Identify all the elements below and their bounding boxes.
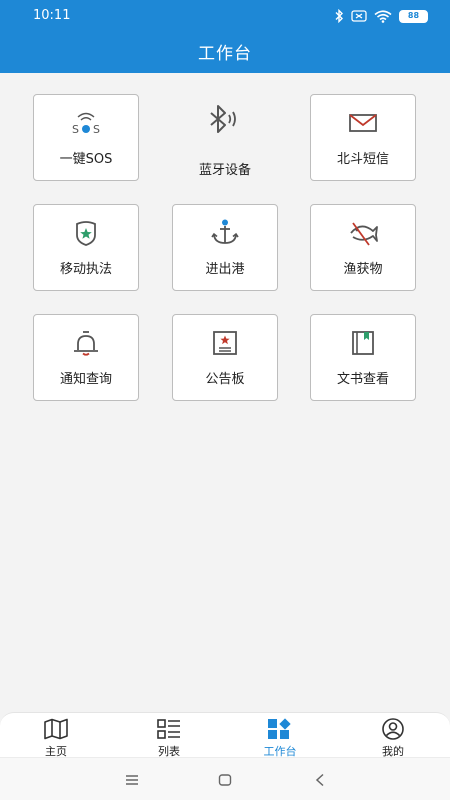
notice-board-icon	[173, 328, 277, 358]
menu-icon[interactable]	[122, 770, 142, 790]
nav-item-workbench[interactable]: 工作台	[250, 717, 310, 758]
list-icon	[139, 718, 199, 742]
tile-port-in-out[interactable]: 进出港	[172, 204, 278, 291]
title-bar: 工作台	[0, 32, 450, 73]
envelope-icon	[311, 108, 415, 138]
battery-icon: 88	[399, 9, 428, 23]
workbench-icon	[250, 718, 310, 742]
sos-icon-text-right: S	[93, 123, 100, 136]
tile-label: 渔获物	[343, 262, 383, 277]
anchor-icon	[173, 218, 277, 248]
tile-label: 蓝牙设备	[198, 163, 251, 178]
tile-bulletin-board[interactable]: 公告板	[172, 314, 278, 401]
tile-catch[interactable]: 渔获物	[310, 204, 416, 291]
tile-mobile-enforcement[interactable]: 移动执法	[33, 204, 139, 291]
tile-label: 一键SOS	[59, 152, 113, 167]
tile-notice-query[interactable]: 通知查询	[33, 314, 139, 401]
wifi-status-icon	[374, 9, 392, 23]
tile-document-view[interactable]: 文书查看	[310, 314, 416, 401]
bottom-nav: 主页 列表 工作台 我的	[0, 712, 450, 758]
profile-icon	[363, 718, 423, 742]
tile-label: 北斗短信	[336, 152, 389, 167]
status-icons: 88	[334, 9, 428, 23]
status-time: 10:11	[33, 8, 71, 23]
tile-beidou-sms[interactable]: 北斗短信	[310, 94, 416, 181]
sos-wifi-icon: S S	[34, 108, 138, 138]
bell-icon	[34, 328, 138, 358]
map-icon	[26, 718, 86, 742]
nav-item-list[interactable]: 列表	[139, 717, 199, 758]
police-badge-icon	[34, 218, 138, 248]
nav-item-me[interactable]: 我的	[363, 717, 423, 758]
tile-label: 公告板	[205, 372, 245, 387]
tile-label: 文书查看	[336, 372, 389, 387]
back-icon[interactable]	[310, 770, 330, 790]
system-nav-bar	[0, 757, 450, 800]
tile-label: 通知查询	[59, 372, 112, 387]
tile-sos[interactable]: S S 一键SOS	[33, 94, 139, 181]
nav-item-home[interactable]: 主页	[26, 717, 86, 758]
sim-status-icon	[351, 10, 367, 22]
tile-bluetooth[interactable]: 蓝牙设备	[172, 94, 278, 181]
tile-label: 移动执法	[59, 262, 112, 277]
home-icon[interactable]	[215, 770, 235, 790]
fish-icon	[311, 218, 415, 248]
sos-icon-text-left: S	[72, 123, 79, 136]
page-title: 工作台	[198, 44, 252, 64]
status-bar: 10:11 88	[0, 0, 450, 32]
document-book-icon	[311, 328, 415, 358]
bluetooth-icon	[173, 105, 277, 135]
tile-label: 进出港	[205, 262, 245, 277]
bluetooth-status-icon	[334, 9, 344, 23]
